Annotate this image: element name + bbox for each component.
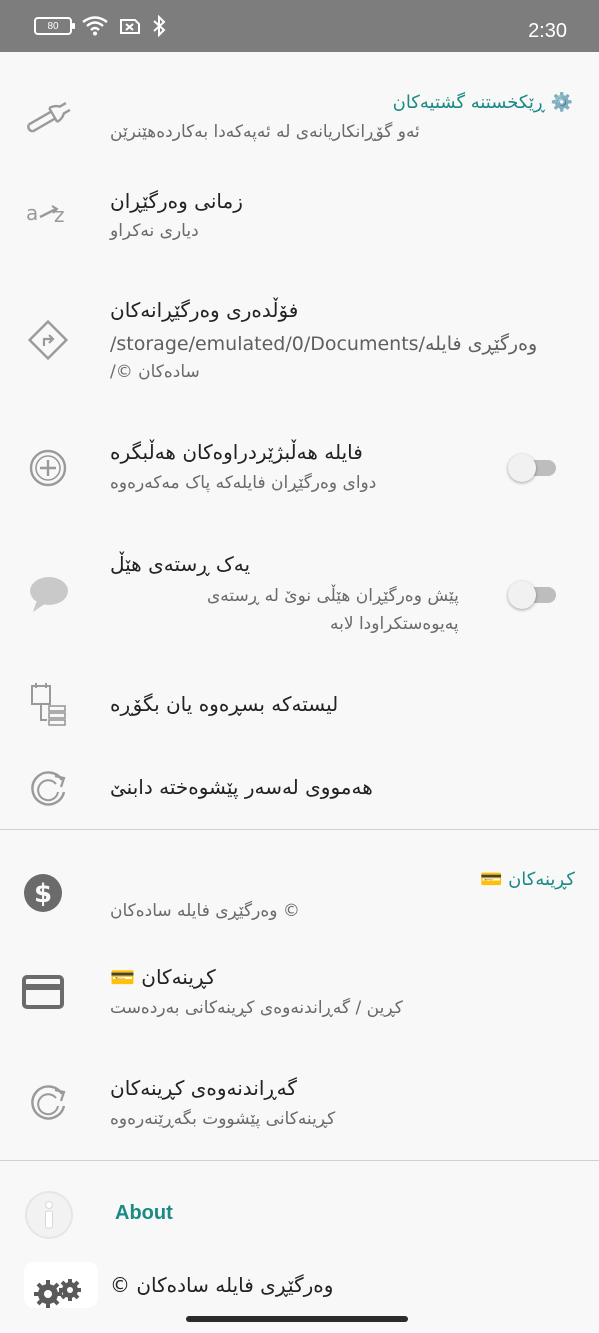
restore-purchases-icon — [28, 1082, 70, 1124]
restore-purchases-subtitle: کڕینەکانی پێشووت بگەڕێنەرەوە — [110, 1109, 336, 1129]
info-icon — [24, 1190, 74, 1240]
credit-card-icon — [22, 974, 64, 1010]
gesture-nav-bar[interactable] — [186, 1316, 408, 1322]
status-time: 2:30 — [528, 20, 567, 42]
battery-level: 80 — [47, 20, 59, 32]
restore-icon — [28, 768, 70, 810]
status-bar: 80 2:30 — [0, 0, 599, 52]
battery-icon: 80 — [34, 17, 75, 35]
gears-icon — [24, 1262, 98, 1308]
add-circle-icon — [28, 448, 68, 488]
reset-defaults-title: هەمووی لەسەر پێشوەختە دابنێ — [110, 775, 373, 799]
settings-list[interactable]: ⚙️ ڕێکخستنە گشتیەکان ئەو گۆڕانکاریانەی ل… — [0, 52, 599, 1308]
wrench-icon — [24, 94, 72, 142]
keep-files-subtitle: دوای وەرگێڕان فایلەکە پاک مەکەرەوە — [110, 473, 377, 493]
folder-title: فۆڵدەری وەرگێڕانەکان — [110, 298, 299, 322]
keep-files-title: فایلە هەڵبژێردراوەکان هەڵبگرە — [110, 440, 363, 464]
single-line-title: یەک ڕستەی هێڵ — [110, 552, 251, 576]
language-az-icon: az — [26, 198, 72, 228]
directions-icon — [26, 318, 70, 362]
no-sim-icon — [120, 19, 140, 34]
edit-list-title: لیستەکە بسڕەوە یان بگۆڕە — [110, 692, 339, 716]
donate-subtitle: وەرگێڕی فایلە سادەکان © — [110, 901, 300, 921]
list-edit-icon — [28, 682, 70, 728]
single-line-switch[interactable] — [508, 580, 558, 609]
language-subtitle: دیاری نەکراو — [110, 221, 199, 241]
restore-purchases-title: گەڕاندنەوەی کڕینەکان — [110, 1076, 297, 1100]
dollar-icon: $ — [22, 872, 64, 914]
wifi-icon — [82, 16, 108, 36]
svg-text:a: a — [26, 201, 38, 225]
single-line-subtitle-1: پێش وەرگێڕان هێڵی نوێ لە ڕستەی — [207, 586, 459, 606]
purchases-title: کڕینەکان 💳 — [110, 965, 216, 989]
about-title: About — [115, 1202, 173, 1224]
language-title: زمانی وەرگێڕان — [110, 189, 243, 213]
category-title-general: ⚙️ ڕێکخستنە گشتیەکان — [392, 92, 573, 113]
section-divider — [0, 829, 599, 830]
folder-path-line2: /© سادەکان — [110, 362, 200, 382]
speech-bubble-icon — [28, 574, 70, 614]
keep-files-switch[interactable] — [508, 453, 558, 482]
folder-path-line1: /storage/emulated/0/Documents/وەرگێڕی فا… — [110, 333, 538, 355]
general-subtitle: ئەو گۆڕانکاریانەی لە ئەپەکەدا بەکاردەهێن… — [110, 122, 420, 142]
single-line-subtitle-2: پەیوەستکراودا لابە — [330, 614, 459, 634]
svg-text:$: $ — [34, 879, 52, 909]
bluetooth-icon — [153, 15, 166, 37]
section-divider-2 — [0, 1160, 599, 1161]
status-icons: 80 — [34, 14, 166, 38]
svg-text:z: z — [54, 203, 65, 227]
category-title-purchases: کڕینەکان 💳 — [479, 869, 575, 890]
app-info-title: وەرگێڕی فایلە سادەکان © — [110, 1273, 334, 1297]
purchases-subtitle: کڕین / گەڕاندنەوەی کڕینەکانی بەردەست — [110, 998, 403, 1018]
